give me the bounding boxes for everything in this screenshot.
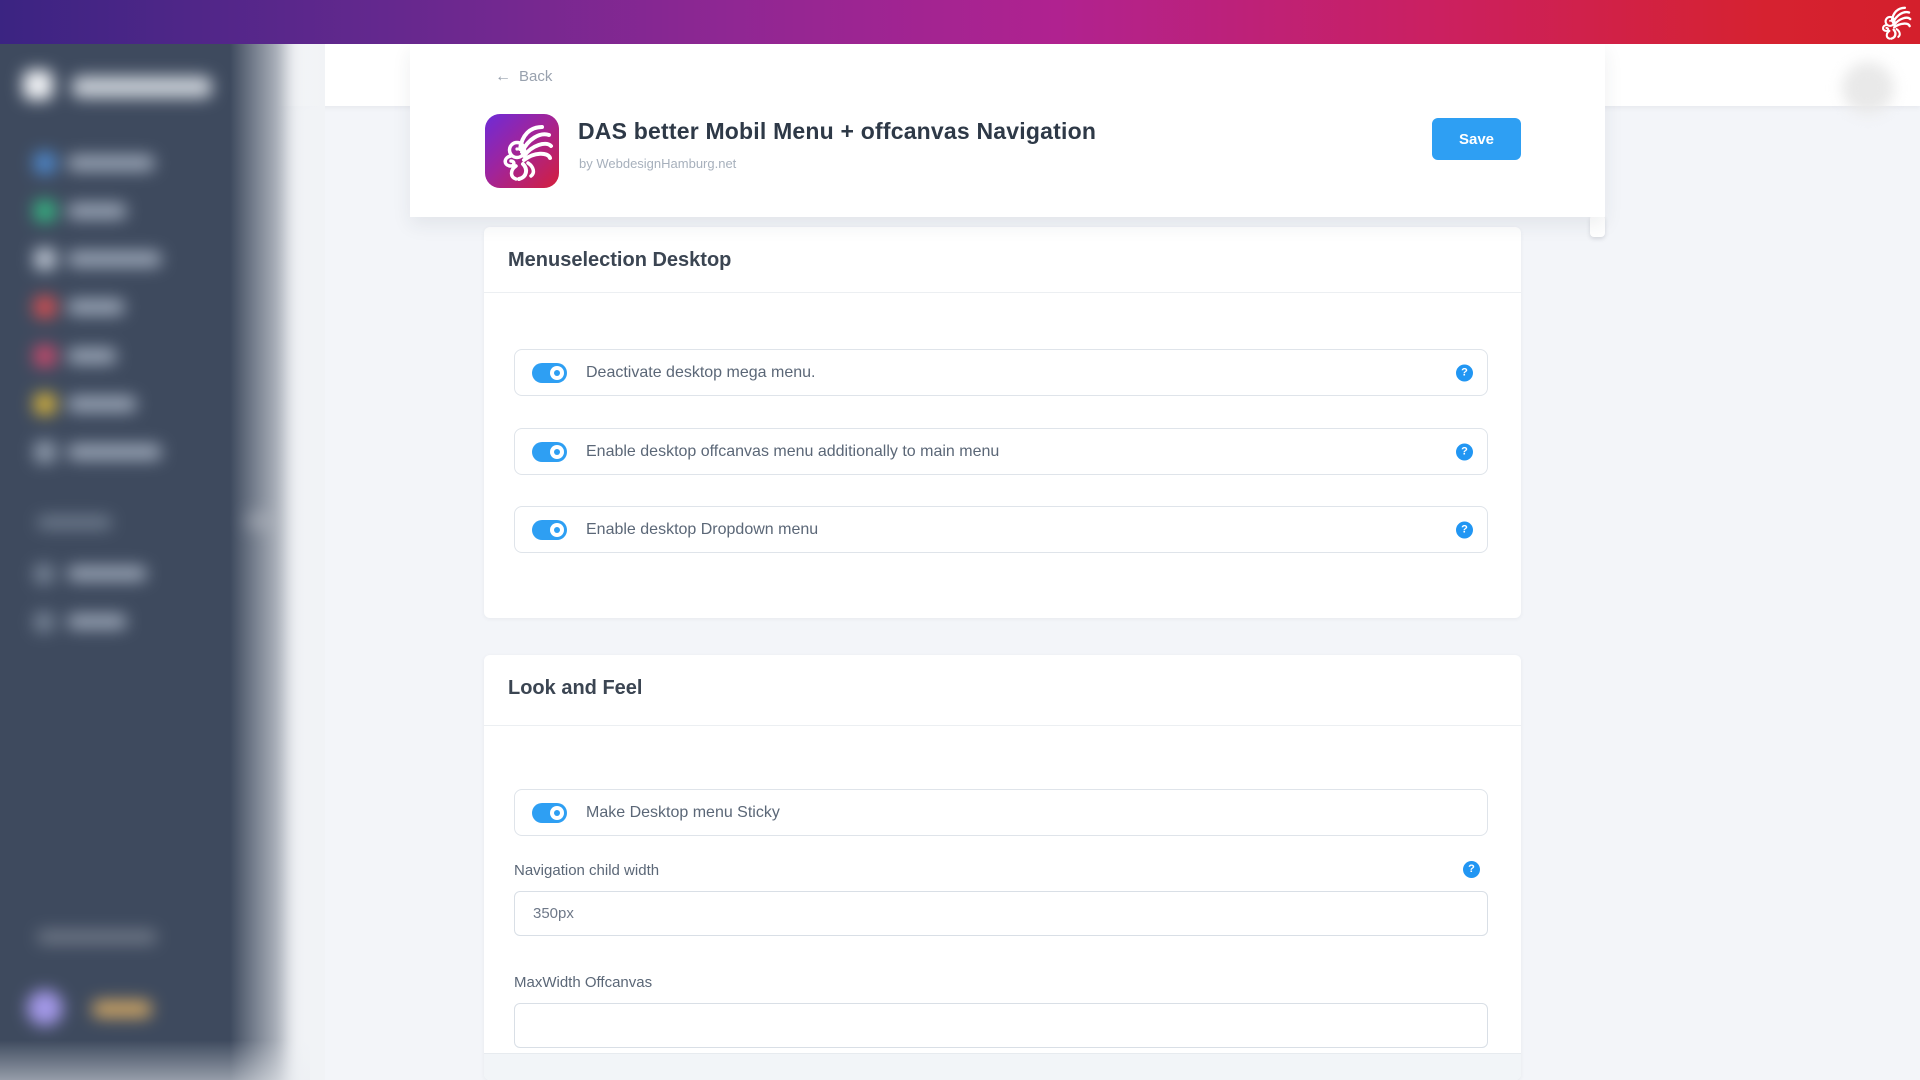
toggle-switch[interactable] [532,362,567,383]
field-label-row: Navigation child width ? [514,861,1488,880]
sidebar-user-text [92,1000,152,1018]
help-icon[interactable]: ? [1463,861,1480,878]
divider [484,725,1521,726]
back-arrow-icon: ← [495,68,511,85]
toggle-row-sticky-menu: Make Desktop menu Sticky [514,789,1488,836]
sidebar-item-label [67,203,127,219]
help-icon[interactable]: ? [1456,521,1473,538]
toggle-knob [550,444,564,459]
section-title: Look and Feel [508,677,643,699]
sidebar-item-label [67,299,125,315]
top-gradient-bar [0,0,1920,44]
sidebar-item-icon[interactable] [34,612,54,632]
toggle-label: Enable desktop offcanvas menu additional… [586,442,1000,460]
sidebar-item-icon[interactable] [34,296,56,318]
app-header-panel: ← Back DAS better Mobil Menu + offcanvas … [410,44,1605,217]
section-title: Menuselection Desktop [508,249,732,271]
sidebar-section-action[interactable] [245,512,271,530]
sidebar-blur-layer [0,14,310,1080]
section-look-and-feel: Look and Feel Make Desktop menu Sticky N… [484,655,1521,1080]
sidebar-item-label [67,566,147,581]
toggle-row-deactivate-mega-menu: Deactivate desktop mega menu. ? [514,349,1488,396]
sidebar-item-label [67,348,117,364]
back-button[interactable]: ← Back [495,68,552,86]
section-menuselection-desktop: Menuselection Desktop Deactivate desktop… [484,227,1521,618]
card-footer-strip [484,1054,1521,1080]
toggle-label: Enable desktop Dropdown menu [586,520,819,538]
sidebar-item-label [67,444,162,460]
scrollbar-thumb[interactable] [1590,215,1605,237]
sidebar-blurred [0,14,325,1080]
sidebar-item-icon[interactable] [34,200,56,222]
sidebar-item-label [67,251,162,267]
toggle-knob [550,522,564,537]
app-byline: by WebdesignHamburg.net [579,156,737,171]
sidebar-item-icon[interactable] [34,393,56,415]
sidebar-background [0,14,290,1080]
toggle-row-enable-dropdown: Enable desktop Dropdown menu ? [514,506,1488,553]
sidebar-item-icon[interactable] [34,441,56,463]
phoenix-app-icon [503,125,553,181]
sidebar-item-icon[interactable] [34,564,54,584]
avatar[interactable] [27,990,63,1026]
toggle-switch[interactable] [532,441,567,462]
sidebar-item-label [67,155,155,171]
sidebar-item-icon[interactable] [34,345,56,367]
sidebar-edge-fade [230,34,325,1080]
toggle-switch[interactable] [532,802,567,823]
divider [484,292,1521,293]
field-label: MaxWidth Offcanvas [514,974,653,991]
maxwidth-offcanvas-input[interactable] [514,1003,1488,1048]
help-icon[interactable]: ? [1456,443,1473,460]
toggle-knob [550,805,564,820]
sidebar-bottom-fade [0,1040,310,1080]
phoenix-logo-icon [1881,6,1912,40]
toggle-label: Deactivate desktop mega menu. [586,363,816,381]
field-label-row: MaxWidth Offcanvas [514,974,1488,992]
save-button[interactable]: Save [1432,118,1521,160]
sidebar-item-label [67,614,127,629]
sidebar-item-icon[interactable] [34,248,56,270]
sidebar-footer-text [37,930,157,944]
sidebar-item-icon[interactable] [34,152,56,174]
help-icon[interactable]: ? [1456,364,1473,381]
app-icon [485,114,559,188]
toggle-switch[interactable] [532,519,567,540]
sidebar-item-label [67,396,137,412]
navigation-child-width-input[interactable] [514,891,1488,936]
page-title: DAS better Mobil Menu + offcanvas Naviga… [578,118,1097,144]
field-label: Navigation child width [514,862,660,879]
toggle-row-enable-offcanvas: Enable desktop offcanvas menu additional… [514,428,1488,475]
back-label: Back [519,68,553,85]
toggle-knob [550,365,564,380]
sidebar-section-label [37,516,112,529]
blurred-header-icon [1842,62,1894,114]
toggle-label: Make Desktop menu Sticky [586,803,780,821]
